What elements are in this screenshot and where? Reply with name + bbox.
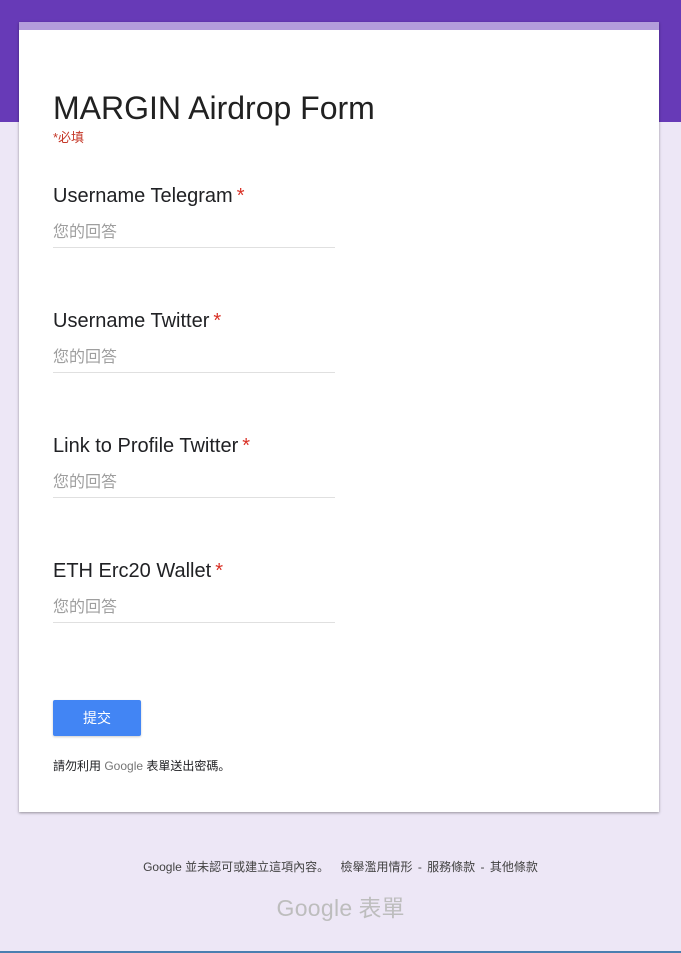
link-profile-twitter-input[interactable]: [53, 468, 335, 498]
question-eth-wallet: ETH Erc20 Wallet *: [53, 559, 613, 623]
footer-separator: -: [417, 860, 422, 874]
required-asterisk: *: [242, 435, 251, 457]
required-asterisk: *: [215, 560, 223, 582]
question-label: Username Telegram *: [53, 185, 245, 207]
terms-of-service-link[interactable]: 服務條款: [427, 860, 475, 874]
google-forms-logo[interactable]: Google 表單: [0, 894, 681, 922]
footer: Google 並未認可或建立這項內容。 檢舉濫用情形 - 服務條款 - 其他條款: [0, 859, 681, 875]
question-label: ETH Erc20 Wallet *: [53, 560, 223, 582]
footer-separator: -: [480, 860, 485, 874]
report-abuse-link[interactable]: 檢舉濫用情形: [340, 860, 412, 874]
question-label: Link to Profile Twitter *: [53, 435, 251, 457]
question-link-profile-twitter: Link to Profile Twitter *: [53, 434, 613, 498]
required-note: *必填: [53, 130, 85, 145]
form-card: MARGIN Airdrop Form *必填 Username Telegra…: [19, 22, 659, 812]
question-username-twitter: Username Twitter *: [53, 309, 613, 373]
password-warning: 請勿利用 Google 表單送出密碼。: [53, 759, 231, 773]
form-title: MARGIN Airdrop Form: [53, 90, 375, 126]
required-asterisk: *: [213, 310, 222, 332]
submit-button[interactable]: 提交: [53, 700, 141, 736]
username-telegram-input[interactable]: [53, 218, 335, 248]
question-label: Username Twitter *: [53, 310, 222, 332]
username-twitter-input[interactable]: [53, 343, 335, 373]
additional-terms-link[interactable]: 其他條款: [490, 860, 538, 874]
google-wordmark: Google: [276, 895, 353, 921]
required-asterisk: *: [236, 185, 245, 207]
footer-disclaimer: Google 並未認可或建立這項內容。: [143, 860, 330, 874]
card-accent-bar: [19, 22, 659, 30]
forms-wordmark: 表單: [358, 895, 405, 921]
question-username-telegram: Username Telegram *: [53, 184, 613, 248]
eth-wallet-input[interactable]: [53, 593, 335, 623]
